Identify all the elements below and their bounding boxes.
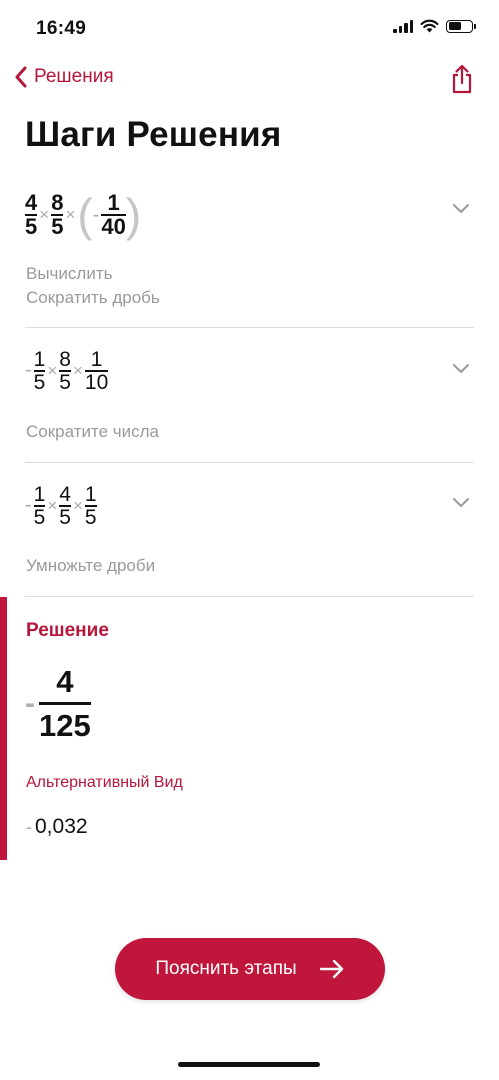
battery-icon (446, 19, 476, 33)
fraction: 1 40 (101, 190, 126, 239)
minus-sign: - (25, 686, 35, 720)
fraction: 45 (59, 483, 71, 529)
status-time: 16:49 (36, 18, 87, 39)
paren-close: ) (125, 189, 142, 241)
alt-form-title: Альтернативный Вид (26, 774, 183, 791)
step-description-line: Сократить дробь (26, 288, 160, 307)
chevron-down-icon[interactable] (452, 497, 470, 508)
multiply-sign: × (47, 360, 58, 380)
step-description-line: Вычислить (26, 264, 113, 283)
chevron-down-icon[interactable] (452, 363, 470, 374)
multiply-sign: × (72, 495, 83, 515)
step-description-line: Умножьте дроби (26, 556, 156, 575)
share-button[interactable] (451, 64, 473, 99)
fraction: 85 (59, 348, 71, 394)
fraction: 45 (25, 190, 38, 239)
home-indicator[interactable] (178, 1062, 320, 1067)
step-2-description: Сократите числа (26, 420, 159, 444)
paren-open: ( (77, 189, 93, 241)
status-icons (393, 19, 476, 33)
step-1-expression[interactable]: 45 × 85 × ( - 1 40 ) (25, 192, 141, 238)
signal-icon (393, 19, 413, 33)
answer-fraction: - 4 125 (25, 666, 91, 741)
fraction: 15 (84, 483, 97, 529)
explain-steps-label: Пояснить этапы (155, 958, 297, 979)
divider (25, 462, 474, 463)
explain-steps-button[interactable]: Пояснить этапы (115, 938, 385, 1000)
answer-denominator: 125 (39, 708, 91, 743)
answer-title: Решение (26, 620, 109, 641)
page-title: Шаги Решения (25, 115, 282, 154)
chevron-down-icon[interactable] (452, 203, 470, 214)
multiply-sign: × (65, 205, 76, 224)
fraction: 85 (51, 190, 64, 239)
multiply-sign: × (39, 205, 50, 224)
step-3-expression[interactable]: - 15 × 45 × 15 (25, 484, 97, 528)
step-2-expression[interactable]: - 15 × 85 × 1 10 (25, 348, 109, 394)
multiply-sign: × (47, 495, 58, 515)
minus-sign: - (26, 817, 32, 837)
minus-sign: - (25, 494, 32, 517)
chevron-left-icon (15, 66, 27, 88)
fraction: 1 10 (84, 348, 109, 394)
alt-form-value: - 0,032 (26, 815, 88, 839)
nav-bar: Решения (0, 60, 499, 100)
status-bar: 16:49 (0, 0, 499, 56)
decimal-value: 0,032 (35, 815, 88, 838)
step-3-description: Умножьте дроби (26, 554, 155, 578)
step-description-line: Сократите числа (26, 422, 159, 441)
fraction: 15 (33, 348, 46, 394)
minus-sign: - (25, 359, 32, 382)
back-button[interactable]: Решения (14, 66, 114, 88)
answer-numerator: 4 (56, 664, 74, 699)
divider (25, 327, 474, 328)
fraction: 4 125 (39, 666, 91, 741)
back-label: Решения (34, 66, 114, 87)
divider (25, 596, 474, 597)
multiply-sign: × (72, 360, 83, 380)
share-icon (452, 64, 472, 94)
answer-accent-bar (0, 597, 7, 860)
minus-sign: - (92, 203, 100, 226)
arrow-right-icon (319, 959, 343, 979)
step-1-description: Вычислить Сократить дробь (26, 262, 160, 310)
wifi-icon (420, 19, 439, 33)
fraction: 15 (33, 483, 46, 529)
